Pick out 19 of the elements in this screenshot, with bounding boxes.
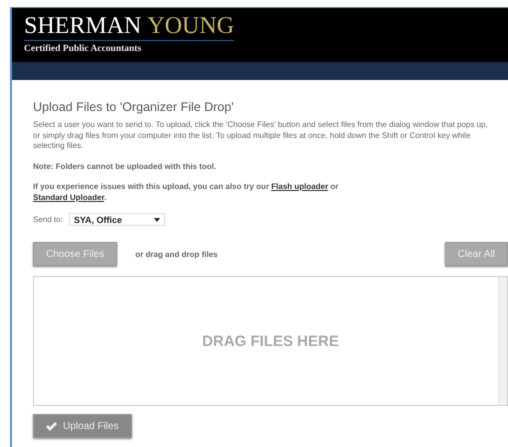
choose-files-button[interactable]: Choose Files: [33, 242, 118, 266]
brand-logo: SHERMAN YOUNG: [24, 14, 234, 41]
standard-uploader-link[interactable]: Standard Uploader: [33, 192, 104, 202]
flash-uploader-link[interactable]: Flash uploader: [271, 182, 328, 191]
drag-hint: or drag and drop files: [135, 250, 218, 258]
caret-icon: [154, 218, 160, 222]
tagline: Certified Public Accountants: [24, 44, 142, 54]
send-to-label: Send to:: [33, 215, 63, 224]
instructions: Select a user you want to send to. To upload, click the 'Choose Files' button and select files from the dialog window that pops up, or simply drag files from your computer into the list. To upload multiple files at once, hold down the Shift or Control key while selecting files.: [33, 120, 489, 152]
note: Note: Folders cannot be uploaded with this tool.: [33, 162, 218, 172]
check-icon: [46, 422, 57, 430]
clear-all-button[interactable]: Clear All: [444, 242, 508, 266]
alternatives-text: If you experience issues with this upload, you can also try our Flash uploader or Standard Uploader.: [33, 182, 340, 203]
scrollbar[interactable]: [498, 277, 507, 405]
drop-zone[interactable]: DRAG FILES HERE: [33, 276, 508, 406]
send-to-dropdown[interactable]: SYA, Office: [68, 213, 165, 226]
drop-placeholder: DRAG FILES HERE: [202, 332, 339, 350]
page-title: Upload Files to 'Organizer File Drop': [33, 100, 235, 114]
upload-files-button[interactable]: Upload Files: [33, 414, 132, 438]
